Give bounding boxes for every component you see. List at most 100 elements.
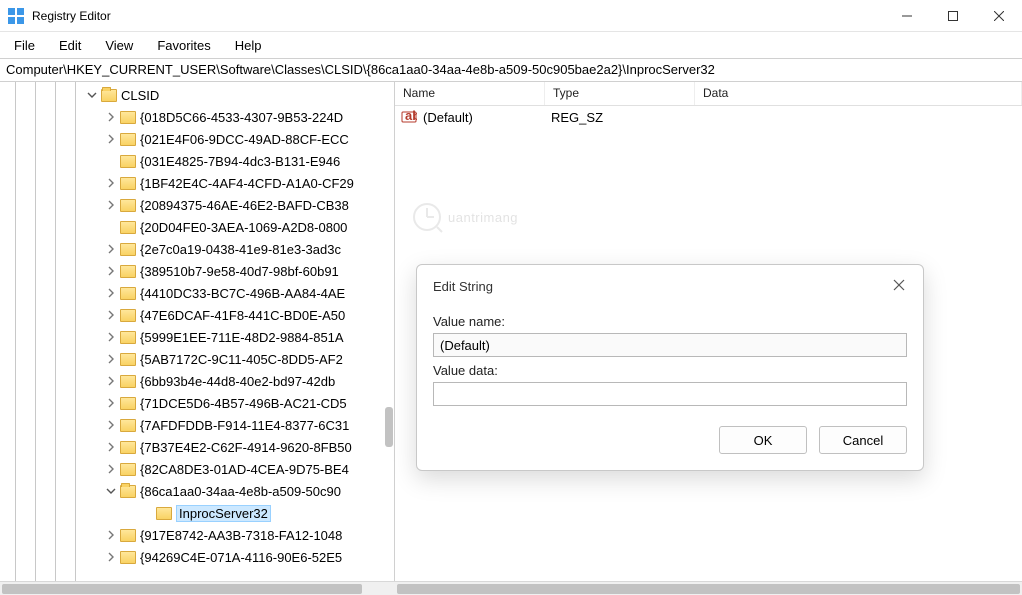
folder-icon	[120, 155, 136, 168]
tree-item-guid[interactable]: {018D5C66-4533-4307-9B53-224D	[0, 106, 394, 128]
folder-icon	[120, 419, 136, 432]
chevron-right-icon[interactable]	[104, 418, 118, 432]
menu-help[interactable]: Help	[225, 35, 272, 56]
tree-item-label: {5999E1EE-711E-48D2-9884-851A	[140, 330, 344, 345]
tree-item-guid[interactable]: {5999E1EE-711E-48D2-9884-851A	[0, 326, 394, 348]
chevron-down-icon[interactable]	[104, 484, 118, 498]
tree-item-guid[interactable]: {021E4F06-9DCC-49AD-88CF-ECC	[0, 128, 394, 150]
tree-item-guid[interactable]: {917E8742-AA3B-7318-FA12-1048	[0, 524, 394, 546]
menubar: File Edit View Favorites Help	[0, 32, 1022, 58]
maximize-button[interactable]	[930, 0, 976, 32]
chevron-right-icon[interactable]	[104, 176, 118, 190]
chevron-placeholder	[104, 220, 118, 234]
window-title: Registry Editor	[32, 9, 884, 23]
titlebar: Registry Editor	[0, 0, 1022, 32]
value-row[interactable]: ab (Default) REG_SZ	[395, 106, 1022, 128]
tree-item-guid[interactable]: {71DCE5D6-4B57-496B-AC21-CD5	[0, 392, 394, 414]
tree-item-guid[interactable]: {7B37E4E2-C62F-4914-9620-8FB50	[0, 436, 394, 458]
tree-item-label: {021E4F06-9DCC-49AD-88CF-ECC	[140, 132, 349, 147]
menu-view[interactable]: View	[95, 35, 143, 56]
folder-icon	[120, 463, 136, 476]
chevron-right-icon[interactable]	[104, 330, 118, 344]
chevron-right-icon[interactable]	[104, 286, 118, 300]
folder-icon	[120, 441, 136, 454]
tree-item-guid[interactable]: {4410DC33-BC7C-496B-AA84-4AE	[0, 282, 394, 304]
chevron-right-icon[interactable]	[104, 308, 118, 322]
chevron-down-icon[interactable]	[85, 88, 99, 102]
chevron-right-icon[interactable]	[104, 132, 118, 146]
tree-item-guid[interactable]: {20D04FE0-3AEA-1069-A2D8-0800	[0, 216, 394, 238]
chevron-right-icon[interactable]	[104, 242, 118, 256]
tree-item-label: {018D5C66-4533-4307-9B53-224D	[140, 110, 343, 125]
tree-item-guid[interactable]: {031E4825-7B94-4dc3-B131-E946	[0, 150, 394, 172]
chevron-right-icon[interactable]	[104, 550, 118, 564]
folder-icon	[120, 287, 136, 300]
chevron-right-icon[interactable]	[104, 110, 118, 124]
tree-item-guid[interactable]: {5AB7172C-9C11-405C-8DD5-AF2	[0, 348, 394, 370]
dialog-title: Edit String	[433, 279, 891, 294]
col-name[interactable]: Name	[395, 82, 545, 105]
tree-item-clsid[interactable]: CLSID	[0, 84, 394, 106]
tree-item-label: {5AB7172C-9C11-405C-8DD5-AF2	[140, 352, 343, 367]
cancel-button[interactable]: Cancel	[819, 426, 907, 454]
folder-icon	[120, 265, 136, 278]
tree-item-label: {031E4825-7B94-4dc3-B131-E946	[140, 154, 340, 169]
tree-scrollbar-thumb[interactable]	[385, 407, 393, 447]
menu-favorites[interactable]: Favorites	[147, 35, 220, 56]
tree-item-label: {20894375-46AE-46E2-BAFD-CB38	[140, 198, 349, 213]
tree-item-guid[interactable]: {389510b7-9e58-40d7-98bf-60b91	[0, 260, 394, 282]
tree-item-label: {389510b7-9e58-40d7-98bf-60b91	[140, 264, 339, 279]
tree-item-label: {94269C4E-071A-4116-90E6-52E5	[140, 550, 342, 565]
tree-item-guid[interactable]: {94269C4E-071A-4116-90E6-52E5	[0, 546, 394, 568]
dialog-close-button[interactable]	[891, 277, 907, 296]
folder-icon	[120, 397, 136, 410]
tree-item-guid[interactable]: {82CA8DE3-01AD-4CEA-9D75-BE4	[0, 458, 394, 480]
chevron-right-icon[interactable]	[104, 374, 118, 388]
col-type[interactable]: Type	[545, 82, 695, 105]
value-name-input[interactable]	[433, 333, 907, 357]
folder-icon	[120, 309, 136, 322]
menu-edit[interactable]: Edit	[49, 35, 91, 56]
tree-item-inprocserver32[interactable]: InprocServer32	[0, 502, 394, 524]
close-window-button[interactable]	[976, 0, 1022, 32]
chevron-right-icon[interactable]	[104, 396, 118, 410]
tree-item-label: {7AFDFDDB-F914-11E4-8377-6C31	[140, 418, 349, 433]
chevron-right-icon[interactable]	[104, 528, 118, 542]
tree-hscroll[interactable]	[0, 581, 395, 595]
tree-item-guid[interactable]: {7AFDFDDB-F914-11E4-8377-6C31	[0, 414, 394, 436]
tree-item-label: {71DCE5D6-4B57-496B-AC21-CD5	[140, 396, 347, 411]
registry-tree[interactable]: CLSID {018D5C66-4533-4307-9B53-224D {021E4…	[0, 82, 394, 581]
chevron-right-icon[interactable]	[104, 462, 118, 476]
value-data-input[interactable]	[433, 382, 907, 406]
folder-icon	[120, 133, 136, 146]
edit-string-dialog: Edit String Value name: Value data: OK C…	[416, 264, 924, 471]
minimize-button[interactable]	[884, 0, 930, 32]
menu-file[interactable]: File	[4, 35, 45, 56]
address-bar[interactable]: Computer\HKEY_CURRENT_USER\Software\Clas…	[0, 58, 1022, 82]
col-data[interactable]: Data	[695, 82, 1022, 105]
svg-text:ab: ab	[405, 109, 417, 123]
tree-item-guid-open[interactable]: {86ca1aa0-34aa-4e8b-a509-50c90	[0, 480, 394, 502]
values-body: ab (Default) REG_SZ	[395, 106, 1022, 128]
folder-icon	[120, 243, 136, 256]
ok-button[interactable]: OK	[719, 426, 807, 454]
chevron-right-icon[interactable]	[104, 352, 118, 366]
folder-icon	[120, 221, 136, 234]
tree-item-guid[interactable]: {2e7c0a19-0438-41e9-81e3-3ad3c	[0, 238, 394, 260]
tree-item-label: {6bb93b4e-44d8-40e2-bd97-42db	[140, 374, 335, 389]
folder-icon	[120, 111, 136, 124]
tree-item-label: {86ca1aa0-34aa-4e8b-a509-50c90	[140, 484, 341, 499]
tree-item-guid[interactable]: {1BF42E4C-4AF4-4CFD-A1A0-CF29	[0, 172, 394, 194]
tree-item-guid[interactable]: {47E6DCAF-41F8-441C-BD0E-A50	[0, 304, 394, 326]
tree-item-guid[interactable]: {20894375-46AE-46E2-BAFD-CB38	[0, 194, 394, 216]
tree-item-label: CLSID	[121, 88, 159, 103]
value-type-cell: REG_SZ	[549, 110, 699, 125]
value-name-cell: (Default)	[421, 110, 549, 125]
list-hscroll[interactable]	[395, 581, 1022, 595]
chevron-right-icon[interactable]	[104, 264, 118, 278]
tree-item-label: {4410DC33-BC7C-496B-AA84-4AE	[140, 286, 345, 301]
chevron-right-icon[interactable]	[104, 440, 118, 454]
chevron-right-icon[interactable]	[104, 198, 118, 212]
tree-item-label: {7B37E4E2-C62F-4914-9620-8FB50	[140, 440, 352, 455]
tree-item-guid[interactable]: {6bb93b4e-44d8-40e2-bd97-42db	[0, 370, 394, 392]
